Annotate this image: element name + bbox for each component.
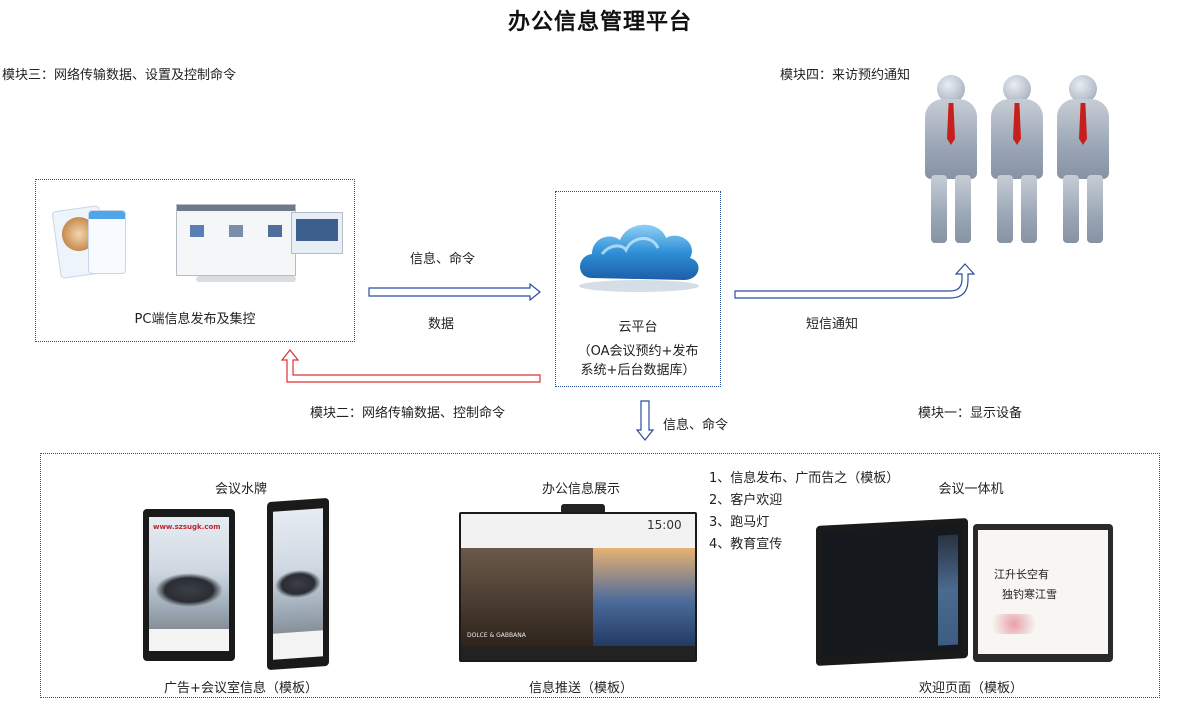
tv-bezel xyxy=(461,646,695,660)
section1-title: 会议水牌 xyxy=(214,482,267,497)
board-text-1: 江升长空有 xyxy=(994,568,1049,581)
list-item: 1、信息发布、广而告之（模板） xyxy=(709,471,900,486)
board-screen-welcome: 江升长空有 独钓寒江雪 xyxy=(978,530,1108,654)
tv-device: 15:00 DOLCE & GABBANA xyxy=(459,512,697,662)
visitors-image xyxy=(905,75,1130,253)
board-screen-dark xyxy=(822,524,962,658)
arrow-label-sms: 短信通知 xyxy=(806,317,859,332)
display-devices-box: 会议水牌 www.szsugk.com 广告+会议室信息（模板） 办公信息展示 … xyxy=(40,453,1160,698)
person-leg xyxy=(1021,175,1037,243)
person-leg xyxy=(955,175,971,243)
arrow-cloud-down xyxy=(635,400,655,441)
arrow-label-down: 信息、命令 xyxy=(663,418,729,433)
list-item: 2、客户欢迎 xyxy=(709,493,783,508)
signage-url: www.szsugk.com xyxy=(153,523,221,531)
arrow-label-data: 数据 xyxy=(428,317,455,332)
arrow-cloud-to-people xyxy=(734,263,976,299)
section2-title: 办公信息展示 xyxy=(541,482,620,497)
tv-time: 15:00 xyxy=(647,518,682,532)
signage-footer xyxy=(149,629,229,651)
signage-device-1: www.szsugk.com xyxy=(143,509,235,661)
arrow-cloud-to-pc xyxy=(280,349,541,383)
car-image xyxy=(155,573,223,607)
car-image xyxy=(275,568,321,600)
signage-screen: www.szsugk.com xyxy=(149,517,229,651)
person-leg xyxy=(1063,175,1079,243)
board-device-2: 江升长空有 独钓寒江雪 xyxy=(973,524,1113,662)
section3-title: 会议一体机 xyxy=(938,482,1004,497)
arrow-pc-to-cloud xyxy=(368,282,541,302)
section2-caption: 信息推送（模板） xyxy=(528,681,633,696)
tv-header: 15:00 xyxy=(461,514,695,548)
person-leg xyxy=(1087,175,1103,243)
person-leg xyxy=(931,175,947,243)
tv-photo-people: DOLCE & GABBANA xyxy=(461,548,593,646)
section3-caption: 欢迎页面（模板） xyxy=(918,681,1023,696)
signage-device-2 xyxy=(267,497,329,671)
tv-brand: DOLCE & GABBANA xyxy=(467,632,526,639)
arrow-label-info-command: 信息、命令 xyxy=(410,252,476,267)
section1-caption: 广告+会议室信息（模板） xyxy=(164,681,318,696)
signage-screen xyxy=(273,508,323,660)
person-leg xyxy=(997,175,1013,243)
signage-footer xyxy=(273,630,323,660)
tv-photo-lake xyxy=(593,548,695,646)
board-text-2: 独钓寒江雪 xyxy=(1002,588,1057,601)
blossom-image xyxy=(984,614,1044,634)
board-device-1 xyxy=(816,518,968,666)
board-sidebar xyxy=(938,534,958,646)
